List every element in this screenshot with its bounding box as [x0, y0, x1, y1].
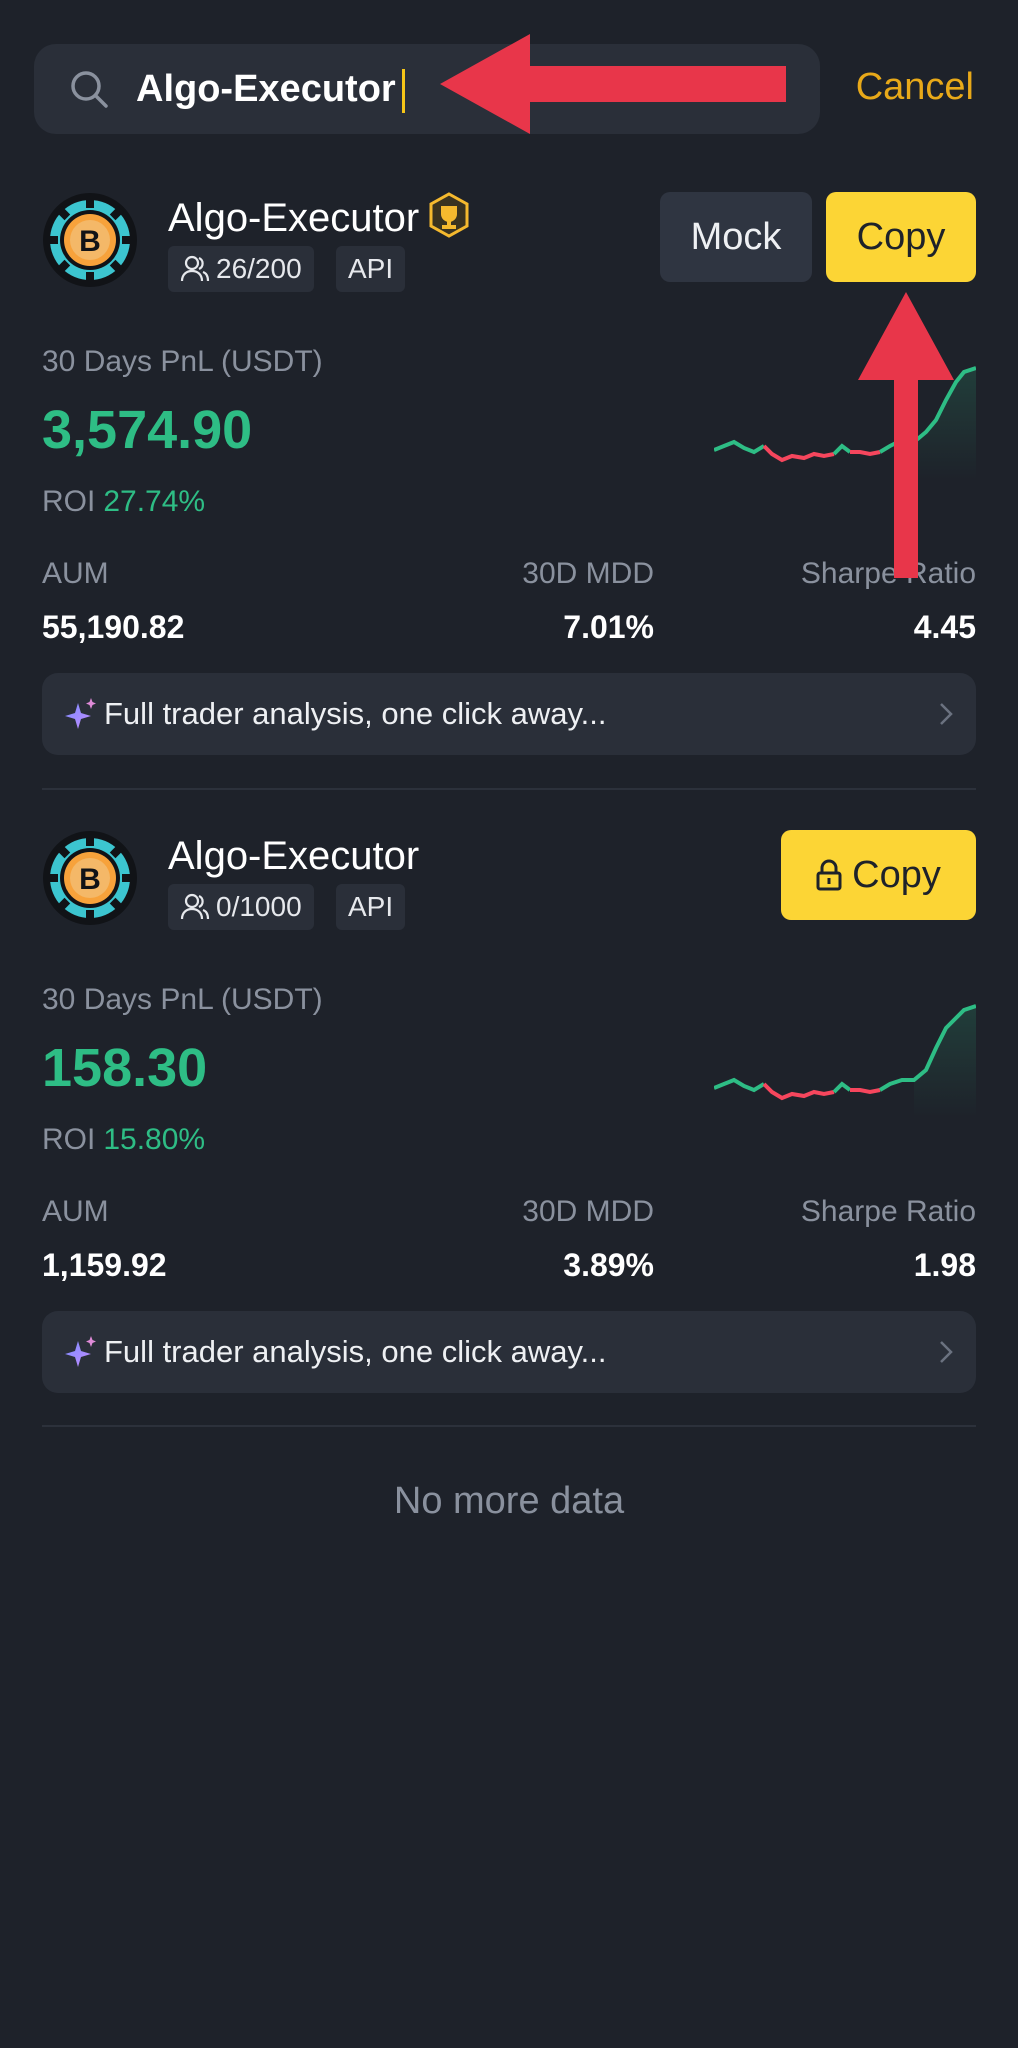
followers-count: 0/1000 — [216, 891, 302, 922]
followers-count: 26/200 — [216, 253, 302, 284]
sharpe-label: Sharpe Ratio — [800, 1195, 976, 1228]
locked-copy-button[interactable]: Copy — [781, 830, 976, 920]
search-icon — [71, 71, 108, 108]
pnl-label: 30 Days PnL (USDT) — [42, 345, 323, 378]
trader-card[interactable]: B Algo-Executor 0/1000 API Copy 30 Days … — [42, 830, 976, 1393]
cancel-button[interactable]: Cancel — [856, 62, 974, 112]
mdd-value: 3.89% — [563, 1247, 654, 1283]
svg-text:B: B — [79, 863, 101, 896]
trader-name[interactable]: Algo-Executor — [168, 830, 419, 882]
api-tag: API — [336, 884, 406, 930]
roi-value: 15.80% — [103, 1123, 206, 1156]
sharpe-value: 1.98 — [913, 1247, 976, 1283]
copy-button[interactable]: Copy — [826, 192, 976, 282]
analysis-text: Full trader analysis, one click away... — [104, 696, 607, 731]
pnl-value: 3,574.90 — [42, 400, 253, 460]
roi: ROI 27.74% — [42, 482, 205, 522]
pnl-sparkline — [714, 1004, 976, 1118]
pnl-label: 30 Days PnL (USDT) — [42, 983, 323, 1016]
no-more-data: No more data — [393, 1480, 625, 1522]
search-bar[interactable]: Algo-Executor — [34, 44, 820, 134]
aum-label: AUM — [42, 1195, 109, 1228]
mock-button[interactable]: Mock — [660, 192, 812, 282]
roi-label: ROI — [42, 1123, 96, 1156]
sparkle-icon — [65, 698, 96, 729]
mdd-value: 7.01% — [563, 609, 654, 645]
sparkle-icon — [65, 1336, 96, 1367]
aum-value: 1,159.92 — [42, 1247, 167, 1283]
search-input[interactable]: Algo-Executor — [136, 64, 405, 114]
text-caret — [401, 68, 405, 113]
sharpe-label: Sharpe Ratio — [800, 557, 976, 590]
aum-label: AUM — [42, 557, 109, 590]
card-divider — [42, 1425, 976, 1427]
pnl-value: 158.30 — [42, 1038, 208, 1098]
card-divider — [42, 788, 976, 790]
trader-name[interactable]: Algo-Executor — [168, 192, 419, 244]
lock-icon — [816, 859, 842, 891]
svg-text:B: B — [79, 225, 101, 258]
roi: ROI 15.80% — [42, 1120, 205, 1160]
trader-card[interactable]: B Algo-Executor 26/200 API Mock Copy 30 … — [42, 192, 976, 755]
roi-label: ROI — [42, 485, 96, 518]
sharpe-value: 4.45 — [913, 609, 976, 645]
trader-analysis-banner[interactable]: Full trader analysis, one click away... — [42, 673, 976, 755]
roi-value: 27.74% — [103, 485, 206, 518]
api-tag: API — [336, 246, 406, 292]
analysis-text: Full trader analysis, one click away... — [104, 1334, 607, 1369]
followers-chip: 26/200 — [168, 246, 314, 292]
aum-value: 55,190.82 — [42, 609, 185, 645]
followers-chip: 0/1000 — [168, 884, 314, 930]
chevron-right-icon — [940, 703, 953, 725]
mdd-label: 30D MDD — [522, 1195, 654, 1228]
search-input-value: Algo-Executor — [136, 68, 396, 110]
mdd-label: 30D MDD — [522, 557, 654, 590]
trader-analysis-banner[interactable]: Full trader analysis, one click away... — [42, 1311, 976, 1393]
bitcoin-avatar: B — [43, 193, 137, 287]
bitcoin-avatar: B — [43, 831, 137, 925]
copy-button-label: Copy — [852, 854, 941, 896]
people-icon — [180, 255, 210, 282]
people-icon — [180, 893, 210, 920]
chevron-right-icon — [940, 1341, 953, 1363]
pnl-sparkline — [714, 366, 976, 480]
trophy-icon — [429, 192, 469, 238]
clear-icon[interactable] — [746, 72, 780, 106]
